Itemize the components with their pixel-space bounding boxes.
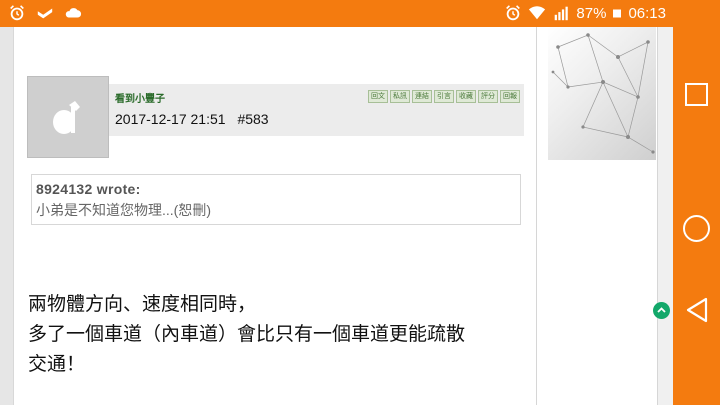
signal-icon — [555, 6, 569, 21]
post-datetime: 2017-12-17 21:51 — [115, 111, 226, 127]
sidebar-ad-image[interactable] — [548, 27, 656, 160]
web-content: 看到小豐子 2017-12-17 21:51 #583 回文 私訊 連結 引言 … — [0, 27, 673, 405]
post-meta: 2017-12-17 21:51 #583 — [115, 111, 269, 127]
default-avatar-icon — [53, 101, 80, 134]
quote-button[interactable]: 引言 — [434, 90, 454, 103]
clock: 06:13 — [628, 4, 666, 22]
swipe-icon — [37, 8, 53, 19]
cloud-icon — [65, 8, 82, 18]
battery-icon — [613, 9, 622, 18]
network-pattern-image — [551, 33, 655, 154]
left-margin — [0, 27, 14, 405]
avatar[interactable] — [27, 76, 109, 158]
post-number[interactable]: #583 — [237, 111, 268, 127]
report-button[interactable]: 回報 — [500, 90, 520, 103]
post-body-line: 交通！ — [28, 353, 86, 375]
alarm-icon — [506, 5, 521, 21]
bookmark-button[interactable]: 收藏 — [456, 90, 476, 103]
rate-button[interactable]: 評分 — [478, 90, 498, 103]
post-body: 兩物體方向、速度相同時， 多了一個車道（內車道）會比只有一個車道更能疏散 交通！ — [28, 289, 528, 379]
quote-block: 8924132 wrote: 小弟是不知道您物理...(恕刪) — [31, 174, 521, 225]
main-column: 看到小豐子 2017-12-17 21:51 #583 回文 私訊 連結 引言 … — [14, 27, 537, 405]
private-message-button[interactable]: 私訊 — [390, 90, 410, 103]
post-header: 看到小豐子 2017-12-17 21:51 #583 回文 私訊 連結 引言 … — [109, 84, 524, 136]
status-bar: 87% 06:13 — [0, 0, 720, 27]
battery-percent: 87% — [576, 4, 607, 22]
screen: 87% 06:13 看到小豐子 2017-12-17 21:51 #583 回文… — [0, 0, 720, 405]
back-icon[interactable] — [685, 297, 709, 323]
quote-text: 小弟是不知道您物理...(恕刪) — [36, 202, 211, 218]
post-body-line: 多了一個車道（內車道）會比只有一個車道更能疏散 — [28, 323, 466, 345]
recent-apps-icon[interactable] — [685, 83, 708, 106]
post-body-line: 兩物體方向、速度相同時， — [28, 293, 257, 315]
quote-author: 8924132 wrote: — [36, 181, 141, 197]
home-icon[interactable] — [683, 215, 710, 242]
link-button[interactable]: 連結 — [412, 90, 432, 103]
reply-button[interactable]: 回文 — [368, 90, 388, 103]
chevron-up-icon — [657, 307, 666, 313]
right-margin — [657, 27, 673, 405]
status-left-icons — [8, 4, 82, 22]
scroll-top-button[interactable] — [653, 302, 670, 319]
wifi-icon — [529, 6, 546, 20]
post-username[interactable]: 看到小豐子 — [115, 90, 165, 105]
status-right-icons: 87% 06:13 — [504, 4, 666, 22]
alarm-clock-icon — [10, 5, 24, 21]
post-actions: 回文 私訊 連結 引言 收藏 評分 回報 — [368, 90, 520, 103]
navigation-bar — [673, 27, 720, 405]
sidebar — [537, 27, 657, 405]
